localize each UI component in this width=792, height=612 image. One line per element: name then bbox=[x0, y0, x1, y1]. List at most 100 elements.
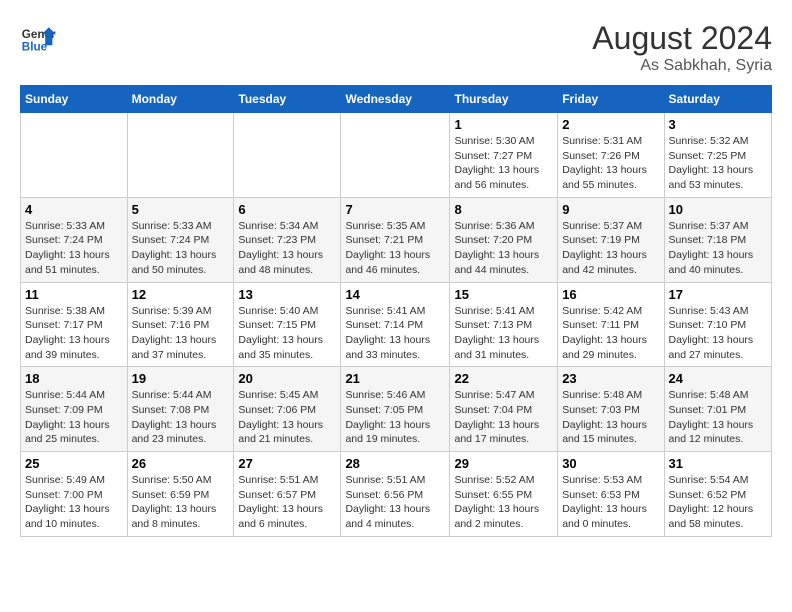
calendar-week-1: 1Sunrise: 5:30 AM Sunset: 7:27 PM Daylig… bbox=[21, 113, 772, 198]
calendar-cell bbox=[234, 113, 341, 198]
day-info: Sunrise: 5:54 AM Sunset: 6:52 PM Dayligh… bbox=[669, 473, 767, 532]
day-number: 24 bbox=[669, 371, 767, 386]
day-info: Sunrise: 5:44 AM Sunset: 7:09 PM Dayligh… bbox=[25, 388, 123, 447]
calendar-cell bbox=[21, 113, 128, 198]
day-number: 15 bbox=[454, 287, 553, 302]
calendar-cell: 16 Sunrise: 5:42 AM Sunset: 7:11 PM Dayli… bbox=[558, 282, 664, 367]
day-info: Sunrise: 5:51 AM Sunset: 6:56 PM Dayligh… bbox=[345, 473, 445, 532]
day-info: Sunrise: 5:40 AM Sunset: 7:15 PM Dayligh… bbox=[238, 304, 336, 363]
weekday-header-tuesday: Tuesday bbox=[234, 86, 341, 113]
calendar-table: SundayMondayTuesdayWednesdayThursdayFrid… bbox=[20, 85, 772, 537]
day-info: Sunrise: 5:46 AM Sunset: 7:05 PM Dayligh… bbox=[345, 388, 445, 447]
day-info: Sunrise: 5:31 AM Sunset: 7:26 PM Dayligh… bbox=[562, 134, 659, 193]
day-number: 25 bbox=[25, 456, 123, 471]
day-number: 26 bbox=[132, 456, 230, 471]
day-number: 2 bbox=[562, 117, 659, 132]
calendar-cell: 25 Sunrise: 5:49 AM Sunset: 7:00 PM Dayli… bbox=[21, 452, 128, 537]
weekday-header-monday: Monday bbox=[127, 86, 234, 113]
page-header: General Blue August 2024 As Sabkhah, Syr… bbox=[20, 20, 772, 75]
location: As Sabkhah, Syria bbox=[592, 57, 772, 75]
calendar-cell: 31Sunrise: 5:54 AM Sunset: 6:52 PM Dayli… bbox=[664, 452, 771, 537]
calendar-cell: 4Sunrise: 5:33 AM Sunset: 7:24 PM Daylig… bbox=[21, 197, 128, 282]
day-info: Sunrise: 5:48 AM Sunset: 7:01 PM Dayligh… bbox=[669, 388, 767, 447]
logo-icon: General Blue bbox=[20, 20, 56, 56]
day-number: 9 bbox=[562, 202, 659, 217]
calendar-cell: 20 Sunrise: 5:45 AM Sunset: 7:06 PM Dayli… bbox=[234, 367, 341, 452]
day-number: 18 bbox=[25, 371, 123, 386]
calendar-cell: 5 Sunrise: 5:33 AM Sunset: 7:24 PM Daylig… bbox=[127, 197, 234, 282]
calendar-cell: 24 Sunrise: 5:48 AM Sunset: 7:01 PM Dayli… bbox=[664, 367, 771, 452]
month-year: August 2024 bbox=[592, 20, 772, 57]
weekday-header-wednesday: Wednesday bbox=[341, 86, 450, 113]
svg-text:Blue: Blue bbox=[22, 41, 48, 54]
day-number: 10 bbox=[669, 202, 767, 217]
day-number: 7 bbox=[345, 202, 445, 217]
weekday-header-friday: Friday bbox=[558, 86, 664, 113]
day-number: 1 bbox=[454, 117, 553, 132]
day-info: Sunrise: 5:34 AM Sunset: 7:23 PM Dayligh… bbox=[238, 219, 336, 278]
calendar-cell: 18 Sunrise: 5:44 AM Sunset: 7:09 PM Dayli… bbox=[21, 367, 128, 452]
day-number: 11 bbox=[25, 287, 123, 302]
day-info: Sunrise: 5:43 AM Sunset: 7:10 PM Dayligh… bbox=[669, 304, 767, 363]
day-info: Sunrise: 5:32 AM Sunset: 7:25 PM Dayligh… bbox=[669, 134, 767, 193]
calendar-cell: 11 Sunrise: 5:38 AM Sunset: 7:17 PM Dayli… bbox=[21, 282, 128, 367]
day-number: 19 bbox=[132, 371, 230, 386]
calendar-cell: 13 Sunrise: 5:40 AM Sunset: 7:15 PM Dayli… bbox=[234, 282, 341, 367]
day-number: 17 bbox=[669, 287, 767, 302]
weekday-header-sunday: Sunday bbox=[21, 86, 128, 113]
calendar-cell: 3 Sunrise: 5:32 AM Sunset: 7:25 PM Daylig… bbox=[664, 113, 771, 198]
day-number: 21 bbox=[345, 371, 445, 386]
calendar-cell bbox=[341, 113, 450, 198]
day-number: 3 bbox=[669, 117, 767, 132]
day-info: Sunrise: 5:38 AM Sunset: 7:17 PM Dayligh… bbox=[25, 304, 123, 363]
calendar-cell bbox=[127, 113, 234, 198]
day-info: Sunrise: 5:48 AM Sunset: 7:03 PM Dayligh… bbox=[562, 388, 659, 447]
day-number: 5 bbox=[132, 202, 230, 217]
calendar-cell: 26 Sunrise: 5:50 AM Sunset: 6:59 PM Dayli… bbox=[127, 452, 234, 537]
day-info: Sunrise: 5:33 AM Sunset: 7:24 PM Dayligh… bbox=[132, 219, 230, 278]
logo: General Blue bbox=[20, 20, 56, 56]
calendar-cell: 15Sunrise: 5:41 AM Sunset: 7:13 PM Dayli… bbox=[450, 282, 558, 367]
day-number: 4 bbox=[25, 202, 123, 217]
day-number: 20 bbox=[238, 371, 336, 386]
day-info: Sunrise: 5:37 AM Sunset: 7:19 PM Dayligh… bbox=[562, 219, 659, 278]
calendar-cell: 7Sunrise: 5:35 AM Sunset: 7:21 PM Daylig… bbox=[341, 197, 450, 282]
day-number: 29 bbox=[454, 456, 553, 471]
day-info: Sunrise: 5:44 AM Sunset: 7:08 PM Dayligh… bbox=[132, 388, 230, 447]
calendar-cell: 14 Sunrise: 5:41 AM Sunset: 7:14 PM Dayli… bbox=[341, 282, 450, 367]
day-info: Sunrise: 5:41 AM Sunset: 7:14 PM Dayligh… bbox=[345, 304, 445, 363]
day-number: 14 bbox=[345, 287, 445, 302]
day-info: Sunrise: 5:50 AM Sunset: 6:59 PM Dayligh… bbox=[132, 473, 230, 532]
calendar-cell: 1Sunrise: 5:30 AM Sunset: 7:27 PM Daylig… bbox=[450, 113, 558, 198]
day-info: Sunrise: 5:42 AM Sunset: 7:11 PM Dayligh… bbox=[562, 304, 659, 363]
calendar-cell: 30 Sunrise: 5:53 AM Sunset: 6:53 PM Dayli… bbox=[558, 452, 664, 537]
day-info: Sunrise: 5:51 AM Sunset: 6:57 PM Dayligh… bbox=[238, 473, 336, 532]
calendar-cell: 10 Sunrise: 5:37 AM Sunset: 7:18 PM Dayli… bbox=[664, 197, 771, 282]
calendar-cell: 29 Sunrise: 5:52 AM Sunset: 6:55 PM Dayli… bbox=[450, 452, 558, 537]
day-number: 28 bbox=[345, 456, 445, 471]
day-number: 30 bbox=[562, 456, 659, 471]
day-info: Sunrise: 5:39 AM Sunset: 7:16 PM Dayligh… bbox=[132, 304, 230, 363]
day-number: 12 bbox=[132, 287, 230, 302]
title-block: August 2024 As Sabkhah, Syria bbox=[592, 20, 772, 75]
calendar-cell: 23 Sunrise: 5:48 AM Sunset: 7:03 PM Dayli… bbox=[558, 367, 664, 452]
day-number: 16 bbox=[562, 287, 659, 302]
day-info: Sunrise: 5:53 AM Sunset: 6:53 PM Dayligh… bbox=[562, 473, 659, 532]
weekday-header-saturday: Saturday bbox=[664, 86, 771, 113]
day-info: Sunrise: 5:37 AM Sunset: 7:18 PM Dayligh… bbox=[669, 219, 767, 278]
day-info: Sunrise: 5:45 AM Sunset: 7:06 PM Dayligh… bbox=[238, 388, 336, 447]
day-number: 23 bbox=[562, 371, 659, 386]
calendar-week-3: 11 Sunrise: 5:38 AM Sunset: 7:17 PM Dayli… bbox=[21, 282, 772, 367]
calendar-cell: 28 Sunrise: 5:51 AM Sunset: 6:56 PM Dayli… bbox=[341, 452, 450, 537]
day-info: Sunrise: 5:52 AM Sunset: 6:55 PM Dayligh… bbox=[454, 473, 553, 532]
day-info: Sunrise: 5:49 AM Sunset: 7:00 PM Dayligh… bbox=[25, 473, 123, 532]
day-number: 13 bbox=[238, 287, 336, 302]
day-number: 6 bbox=[238, 202, 336, 217]
calendar-cell: 6 Sunrise: 5:34 AM Sunset: 7:23 PM Daylig… bbox=[234, 197, 341, 282]
calendar-cell: 12 Sunrise: 5:39 AM Sunset: 7:16 PM Dayli… bbox=[127, 282, 234, 367]
calendar-cell: 19 Sunrise: 5:44 AM Sunset: 7:08 PM Dayli… bbox=[127, 367, 234, 452]
day-number: 22 bbox=[454, 371, 553, 386]
day-info: Sunrise: 5:47 AM Sunset: 7:04 PM Dayligh… bbox=[454, 388, 553, 447]
calendar-cell: 9 Sunrise: 5:37 AM Sunset: 7:19 PM Daylig… bbox=[558, 197, 664, 282]
day-number: 27 bbox=[238, 456, 336, 471]
